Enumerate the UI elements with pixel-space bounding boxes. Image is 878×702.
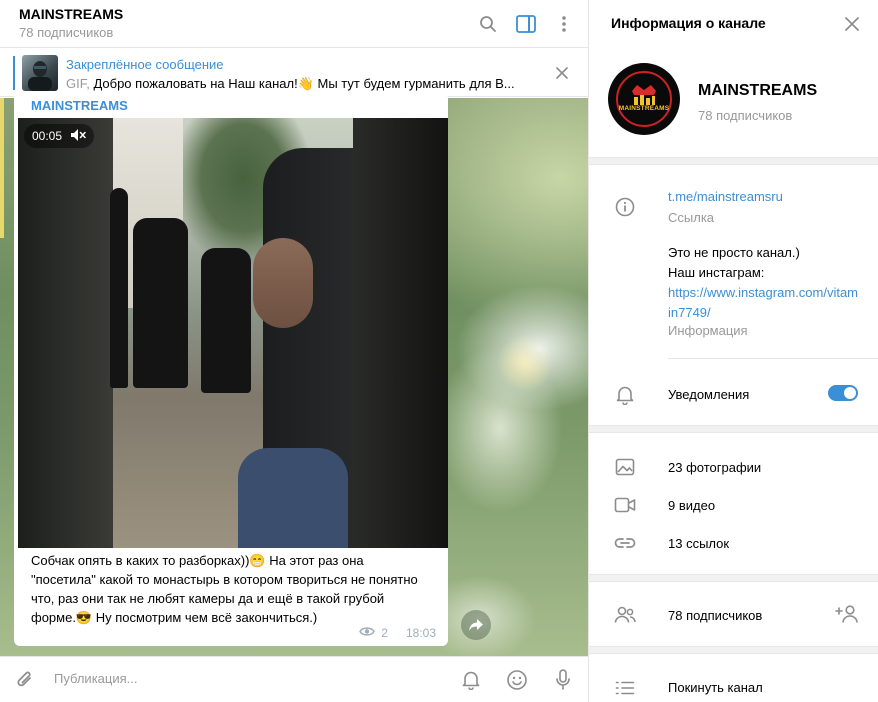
video-hand	[253, 238, 313, 328]
close-icon[interactable]	[840, 12, 864, 36]
pinned-text: GIF, Добро пожаловать на Наш канал!👋 Мы …	[66, 76, 536, 92]
video-blur-right	[353, 118, 448, 548]
video-person	[201, 248, 251, 393]
media-videos[interactable]: 9 видео	[668, 498, 715, 513]
link-icon	[613, 531, 637, 555]
divider	[589, 425, 878, 433]
more-icon[interactable]	[552, 12, 576, 36]
members-count[interactable]: 78 подписчиков	[668, 608, 762, 623]
media-photos[interactable]: 23 фотографии	[668, 460, 761, 475]
notifications-toggle[interactable]	[828, 385, 858, 401]
pinned-gif-label: GIF,	[66, 76, 90, 91]
wallpaper-flower-edge	[0, 98, 4, 238]
leave-icon	[613, 676, 637, 700]
close-icon[interactable]	[552, 63, 572, 83]
video-blur-left	[18, 118, 113, 548]
bell-icon[interactable]	[458, 667, 484, 693]
message-author[interactable]: MAINSTREAMS	[31, 98, 128, 113]
channel-message[interactable]: MAINSTREAMS 00:05 Собчак опять в каких т…	[14, 93, 448, 646]
channel-description: Это не просто канал.) Наш инстаграм: htt…	[668, 243, 858, 323]
divider-line	[668, 358, 878, 359]
video-icon	[613, 493, 637, 517]
description-line: Это не просто канал.)	[668, 245, 800, 260]
info-icon	[613, 195, 637, 219]
pinned-message-bar[interactable]: Закреплённое сообщение GIF, Добро пожало…	[0, 49, 588, 97]
chat-subtitle: 78 подписчиков	[19, 25, 114, 40]
avatar[interactable]: MAINSTREAMS	[608, 63, 680, 135]
avatar-text: MAINSTREAMS	[618, 105, 670, 112]
mic-icon[interactable]	[550, 667, 576, 693]
description-label: Информация	[668, 323, 748, 338]
video-time: 00:05	[32, 129, 63, 143]
photo-icon	[613, 455, 637, 479]
chat-header: MAINSTREAMS 78 подписчиков	[0, 0, 588, 48]
pinned-accent-bar	[13, 56, 15, 90]
share-icon[interactable]	[461, 610, 491, 640]
chat-panel: MAINSTREAMS 78 подписчиков Закреплённое …	[0, 0, 588, 702]
description-line: Наш инстаграм:	[668, 265, 765, 280]
channel-subscribers: 78 подписчиков	[698, 108, 793, 123]
members-icon	[613, 603, 637, 627]
pinned-thumbnail	[22, 55, 58, 91]
message-meta: 2 18:03	[359, 626, 436, 640]
instagram-link[interactable]: https://www.instagram.com/vitamin7749/	[668, 283, 858, 323]
message-composer: Публикация...	[0, 656, 588, 702]
video-person	[110, 188, 128, 388]
divider	[589, 646, 878, 654]
message-text: Собчак опять в каких то разборках))😁 На …	[31, 553, 418, 625]
video-timer[interactable]: 00:05	[24, 124, 95, 148]
attach-icon[interactable]	[12, 667, 38, 693]
sidebar-toggle-icon[interactable]	[514, 12, 538, 36]
divider	[589, 574, 878, 582]
media-links[interactable]: 13 ссылок	[668, 536, 729, 551]
emoji-icon[interactable]	[504, 667, 530, 693]
pinned-title: Закреплённое сообщение	[66, 57, 224, 72]
channel-name: MAINSTREAMS	[698, 82, 818, 99]
chat-title[interactable]: MAINSTREAMS	[19, 6, 123, 22]
leave-channel[interactable]: Покинуть канал	[668, 680, 763, 695]
message-views: 2	[381, 626, 388, 640]
search-icon[interactable]	[476, 12, 500, 36]
mute-icon[interactable]	[70, 128, 86, 145]
message-time: 18:03	[405, 626, 436, 640]
pinned-preview: Добро пожаловать на Наш канал!👋 Мы тут б…	[89, 76, 515, 91]
eye-icon	[359, 626, 376, 640]
info-panel-title: Информация о канале	[611, 15, 766, 31]
notifications-label: Уведомления	[668, 387, 750, 402]
channel-info-panel: Информация о канале MAINSTREAMS MAINSTRE…	[588, 0, 878, 702]
composer-input[interactable]: Публикация...	[54, 671, 137, 686]
add-member-icon[interactable]	[835, 602, 859, 626]
message-video[interactable]: 00:05	[18, 118, 448, 548]
toggle-knob	[844, 387, 856, 399]
avatar-crown-icon	[632, 85, 656, 105]
channel-link-label: Ссылка	[668, 210, 715, 225]
channel-link[interactable]: t.me/mainstreamsru	[668, 189, 783, 204]
video-foreground-jeans	[238, 448, 348, 548]
video-person	[133, 218, 188, 388]
bell-icon	[613, 383, 637, 407]
divider	[589, 157, 878, 165]
